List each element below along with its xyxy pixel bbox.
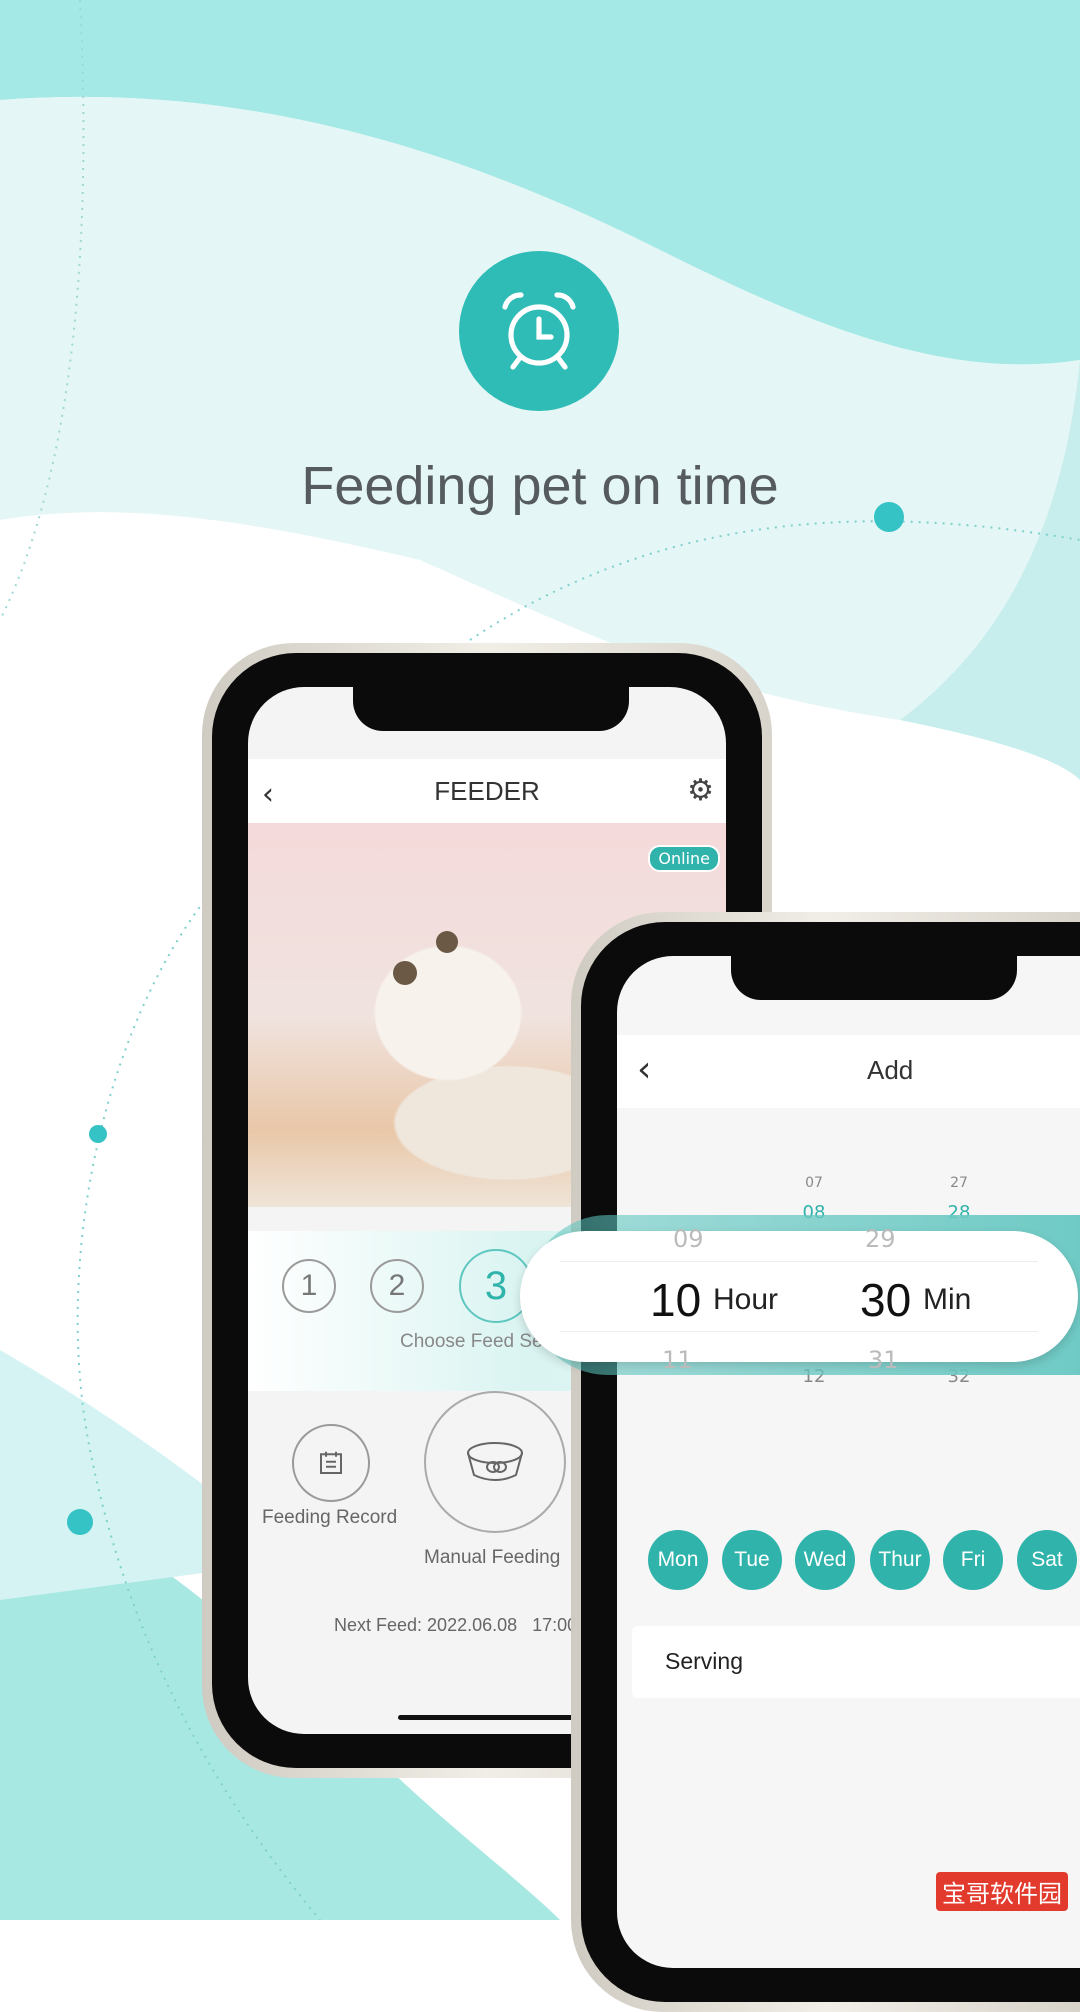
add-header: ‹ Add (617, 1035, 1080, 1108)
manual-feeding-label: Manual Feeding (424, 1547, 561, 1568)
day-wed[interactable]: Wed (795, 1530, 855, 1590)
serving-row[interactable]: Serving (632, 1626, 1080, 1698)
day-mon[interactable]: Mon (648, 1530, 708, 1590)
chevron-left-icon[interactable]: ‹ (637, 1049, 651, 1090)
add-title: Add (867, 1055, 914, 1085)
day-tue[interactable]: Tue (722, 1530, 782, 1590)
manual-feeding-button[interactable] (424, 1391, 566, 1533)
minute-option[interactable]: 31 (868, 1346, 899, 1374)
add-schedule-phone: ‹ Add 07 08 27 28 12 32 Mon Tue Wed Thur… (571, 912, 1080, 2012)
day-thur[interactable]: Thur (870, 1530, 930, 1590)
home-indicator (398, 1715, 598, 1720)
decor-dot (67, 1509, 93, 1535)
status-badge: Online (648, 845, 720, 872)
bowl-icon (467, 1442, 523, 1481)
decor-dot (89, 1125, 107, 1143)
feeding-record-label: Feeding Record (262, 1507, 398, 1528)
page-title: Feeding pet on time (301, 456, 779, 516)
hour-unit: Hour (713, 1283, 779, 1316)
time-picker-selected[interactable]: 09 29 10 Hour 30 Min (520, 1225, 1078, 1362)
next-feed-text: Next Feed: 2022.06.08 17:00 (334, 1615, 578, 1635)
day-sat[interactable]: Sat (1017, 1530, 1077, 1590)
step-2[interactable]: 2 (370, 1259, 424, 1313)
selected-minute[interactable]: 30 (860, 1273, 911, 1327)
decor-dot (874, 502, 904, 532)
feeder-title: FEEDER (434, 775, 540, 806)
feeding-record-button[interactable] (292, 1424, 370, 1502)
step-1[interactable]: 1 (282, 1259, 336, 1313)
minute-unit: Min (923, 1283, 972, 1316)
day-fri[interactable]: Fri (943, 1530, 1003, 1590)
hour-option[interactable]: 11 (662, 1346, 693, 1374)
add-screen: ‹ Add 07 08 27 28 12 32 Mon Tue Wed Thur… (617, 956, 1080, 1968)
minute-option[interactable]: 29 (865, 1225, 896, 1253)
alarm-clock-icon (459, 251, 619, 411)
selected-hour[interactable]: 10 (650, 1273, 701, 1327)
calendar-icon (320, 1451, 342, 1474)
steps-caption: Choose Feed Ser (400, 1331, 549, 1352)
minute-option[interactable]: 27 (950, 1175, 968, 1191)
feeder-header: ‹ FEEDER ⚙ (248, 759, 726, 823)
gear-icon[interactable]: ⚙ (687, 773, 714, 808)
watermark: 宝哥软件园 (936, 1872, 1068, 1911)
serving-label: Serving (665, 1648, 743, 1674)
hour-option[interactable]: 09 (673, 1225, 704, 1253)
chevron-left-icon[interactable]: ‹ (262, 777, 274, 812)
hour-option[interactable]: 07 (805, 1175, 823, 1191)
